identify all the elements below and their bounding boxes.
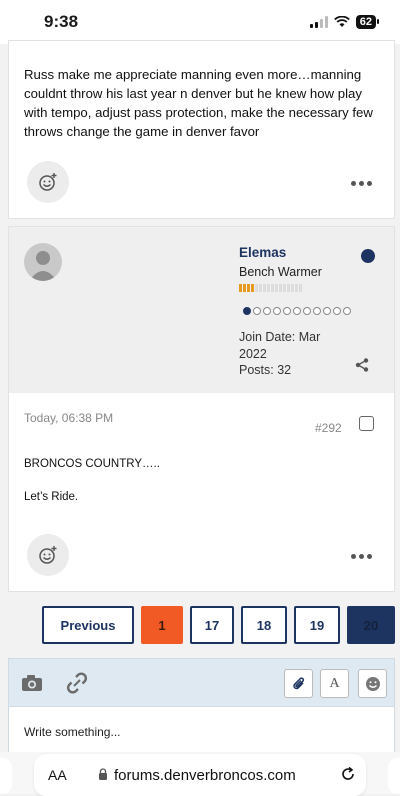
select-post-checkbox[interactable] [359, 416, 374, 431]
rank-bar [239, 284, 302, 292]
status-icons: 62 [309, 15, 380, 29]
browser-bar: AA forums.denverbroncos.com [0, 752, 400, 796]
user-silhouette-icon [29, 251, 57, 281]
battery-icon: 62 [355, 15, 380, 29]
attachment-button[interactable] [284, 669, 313, 698]
page-button-20[interactable]: 20 [347, 606, 395, 644]
post-body-line: BRONCOS COUNTRY….. [24, 458, 160, 470]
username-link[interactable]: Elemas [239, 245, 286, 260]
page-button-19[interactable]: 19 [294, 606, 340, 644]
page-button-17[interactable]: 17 [190, 606, 234, 644]
smiley-icon [365, 676, 380, 691]
user-rank: Bench Warmer [239, 265, 322, 279]
status-bar: 9:38 62 [0, 0, 400, 44]
add-reaction-button[interactable] [27, 161, 69, 203]
post-number-link[interactable]: #292 [315, 421, 342, 435]
url-text[interactable]: forums.denverbroncos.com [114, 767, 296, 784]
paperclip-icon [292, 676, 304, 689]
more-options-button[interactable] [351, 181, 372, 186]
link-icon[interactable] [64, 672, 90, 694]
next-tab-peek[interactable] [388, 758, 400, 794]
text-format-button[interactable]: A [320, 669, 349, 698]
avatar[interactable] [24, 243, 62, 281]
post-body: Russ make me appreciate manning even mor… [24, 67, 373, 139]
font-icon: A [329, 675, 340, 691]
camera-icon[interactable] [21, 674, 43, 692]
reader-options-button[interactable]: AA [48, 767, 67, 783]
add-reaction-button[interactable] [27, 534, 69, 576]
editor-input[interactable]: Write something... [24, 725, 120, 739]
post-card: Russ make me appreciate manning even mor… [8, 40, 395, 219]
reputation-dots [243, 307, 351, 315]
post-count: Posts: 32 [239, 363, 292, 377]
previous-page-button[interactable]: Previous [42, 606, 134, 644]
address-bar[interactable]: AA forums.denverbroncos.com [34, 754, 366, 796]
page-button-1[interactable]: 1 [141, 606, 183, 644]
previous-tab-peek[interactable] [0, 758, 12, 794]
post-body-line: Let’s Ride. [24, 491, 79, 503]
emoji-button[interactable] [358, 669, 387, 698]
pagination: Previous 1 17 18 19 20 [0, 606, 400, 646]
emoji-add-icon [39, 173, 57, 191]
join-date: Join Date: Mar 2022 [239, 330, 321, 361]
post-card: Elemas Bench Warmer Join Date: Mar 2022 … [8, 226, 395, 592]
more-options-button[interactable] [351, 554, 372, 559]
reload-icon[interactable] [340, 766, 356, 782]
wifi-icon [333, 16, 350, 27]
reply-editor: A Write something... [8, 658, 395, 758]
lock-icon [99, 768, 107, 780]
page-button-18[interactable]: 18 [241, 606, 287, 644]
editor-toolbar: A [9, 659, 394, 707]
author-info: Elemas Bench Warmer Join Date: Mar 2022 … [9, 227, 394, 393]
signal-icon [309, 16, 328, 28]
emoji-add-icon [39, 546, 57, 564]
share-icon[interactable] [355, 358, 369, 372]
online-status-icon [361, 249, 375, 263]
post-date: Today, 06:38 PM [24, 411, 114, 425]
clock: 9:38 [44, 12, 79, 31]
